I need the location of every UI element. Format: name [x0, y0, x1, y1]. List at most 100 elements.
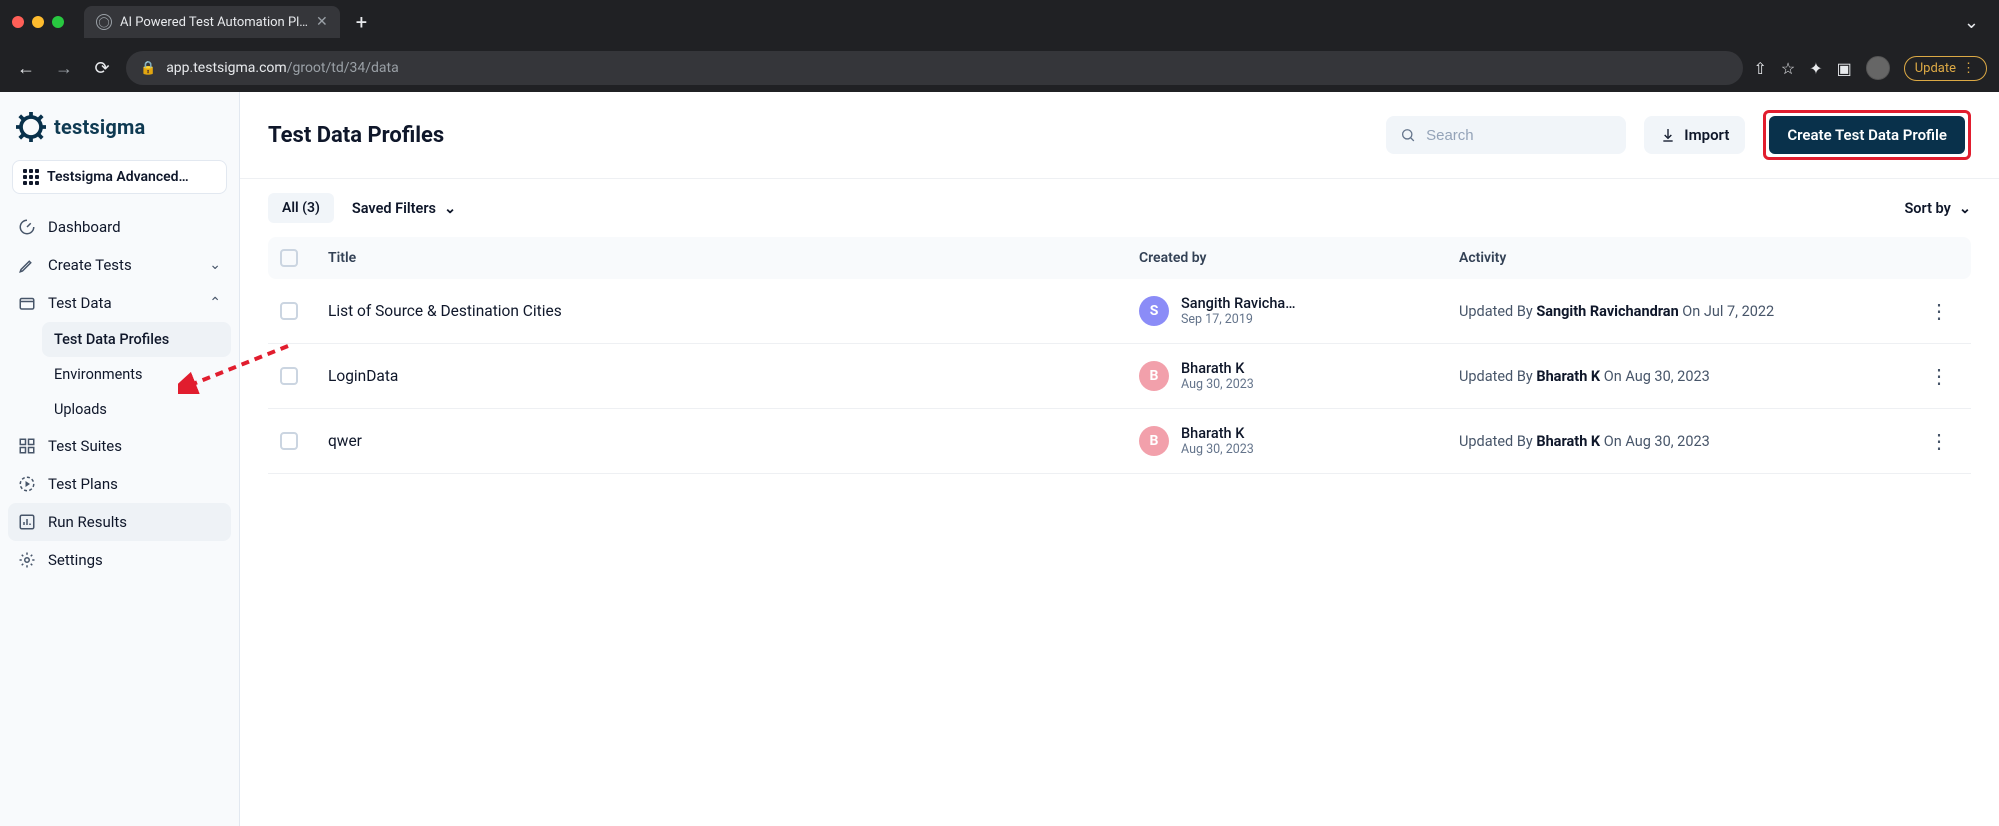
- sidebar-item-label: Test Data: [48, 294, 112, 312]
- sidebar-item-label: Dashboard: [48, 218, 121, 236]
- url-path: /groot/td/34/data: [287, 60, 399, 76]
- sidebar-item-test-data-profiles[interactable]: Test Data Profiles: [42, 322, 231, 357]
- update-label: Update: [1915, 61, 1956, 76]
- sidebar-submenu-test-data: Test Data Profiles Environments Uploads: [8, 322, 231, 427]
- sidepanel-icon[interactable]: ▣: [1837, 59, 1852, 78]
- url-field[interactable]: 🔒 app.testsigma.com/groot/td/34/data: [126, 51, 1743, 85]
- reload-button[interactable]: ⟳: [88, 54, 116, 82]
- saved-filters-label: Saved Filters: [352, 200, 436, 217]
- lock-icon: 🔒: [140, 61, 156, 76]
- page-header: Test Data Profiles Import Create Test Da…: [240, 92, 1999, 179]
- browser-tab[interactable]: ◯ AI Powered Test Automation Pl… ✕: [84, 6, 340, 38]
- import-button[interactable]: Import: [1644, 116, 1745, 154]
- select-all-checkbox[interactable]: [280, 249, 298, 267]
- bar-chart-icon: [18, 513, 36, 531]
- back-button[interactable]: ←: [12, 54, 40, 82]
- folder-icon: [18, 294, 36, 312]
- project-switcher[interactable]: Testsigma Advanced…: [12, 160, 227, 194]
- extensions-icon[interactable]: ✦: [1809, 59, 1822, 78]
- row-title: List of Source & Destination Cities: [328, 302, 1139, 320]
- row-checkbox[interactable]: [280, 302, 298, 320]
- row-title: qwer: [328, 432, 1139, 450]
- bookmark-icon[interactable]: ☆: [1781, 59, 1795, 78]
- sidebar: testsigma Testsigma Advanced… Dashboard …: [0, 92, 240, 826]
- import-label: Import: [1684, 126, 1729, 144]
- forward-button[interactable]: →: [50, 54, 78, 82]
- sidebar-item-create-tests[interactable]: Create Tests ⌄: [8, 246, 231, 284]
- avatar: B: [1139, 426, 1169, 456]
- gauge-icon: [18, 218, 36, 236]
- sidebar-item-label: Run Results: [48, 513, 127, 531]
- creator-name: Sangith Ravicha…: [1181, 295, 1296, 312]
- app: testsigma Testsigma Advanced… Dashboard …: [0, 92, 1999, 826]
- sidebar-item-environments[interactable]: Environments: [42, 357, 231, 392]
- sidebar-item-dashboard[interactable]: Dashboard: [8, 208, 231, 246]
- download-icon: [1660, 127, 1676, 143]
- row-title: LoginData: [328, 367, 1139, 385]
- row-activity: Updated By Bharath K On Aug 30, 2023: [1459, 433, 1919, 450]
- saved-filters-button[interactable]: Saved Filters ⌄: [352, 200, 456, 217]
- browser-chrome: ◯ AI Powered Test Automation Pl… ✕ + ⌄ ←…: [0, 0, 1999, 92]
- sidebar-item-test-suites[interactable]: Test Suites: [8, 427, 231, 465]
- annotation-highlight: Create Test Data Profile: [1763, 110, 1971, 160]
- row-menu-button[interactable]: ⋮: [1919, 299, 1959, 323]
- globe-icon: ◯: [96, 14, 112, 30]
- chevron-up-icon: ⌃: [209, 295, 221, 311]
- logo[interactable]: testsigma: [8, 106, 231, 160]
- sidebar-item-label: Settings: [48, 551, 103, 569]
- row-creator: B Bharath K Aug 30, 2023: [1139, 425, 1459, 457]
- search-input[interactable]: [1426, 127, 1612, 144]
- row-activity: Updated By Bharath K On Aug 30, 2023: [1459, 368, 1919, 385]
- table-row[interactable]: List of Source & Destination Cities S Sa…: [268, 279, 1971, 344]
- sidebar-item-test-data[interactable]: Test Data ⌃: [8, 284, 231, 322]
- filter-chip-all[interactable]: All (3): [268, 193, 334, 223]
- sidebar-item-uploads[interactable]: Uploads: [42, 392, 231, 427]
- search-icon: [1400, 126, 1416, 144]
- more-icon[interactable]: ⋮: [1962, 61, 1976, 76]
- close-icon[interactable]: ✕: [316, 14, 328, 30]
- gear-icon: [18, 551, 36, 569]
- sidebar-item-label: Test Suites: [48, 437, 122, 455]
- row-menu-button[interactable]: ⋮: [1919, 364, 1959, 388]
- window-maximize[interactable]: [52, 16, 64, 28]
- grid-icon: [23, 169, 39, 185]
- created-date: Sep 17, 2019: [1181, 312, 1296, 327]
- row-menu-button[interactable]: ⋮: [1919, 429, 1959, 453]
- table-row[interactable]: LoginData B Bharath K Aug 30, 2023 Updat…: [268, 344, 1971, 409]
- share-icon[interactable]: ⇧: [1753, 59, 1766, 78]
- url-host: app.testsigma.com: [166, 60, 287, 76]
- search-box[interactable]: [1386, 116, 1626, 154]
- window-close[interactable]: [12, 16, 24, 28]
- squares-icon: [18, 437, 36, 455]
- avatar: S: [1139, 296, 1169, 326]
- column-title: Title: [328, 250, 1139, 266]
- data-table: Title Created by Activity List of Source…: [240, 237, 1999, 502]
- row-checkbox[interactable]: [280, 367, 298, 385]
- chevron-down-icon: ⌄: [444, 200, 456, 217]
- creator-name: Bharath K: [1181, 360, 1254, 377]
- tabs-overflow-button[interactable]: ⌄: [1964, 12, 1987, 33]
- sidebar-item-label: Test Plans: [48, 475, 118, 493]
- sort-by-label: Sort by: [1904, 200, 1950, 217]
- creator-name: Bharath K: [1181, 425, 1254, 442]
- sidebar-item-settings[interactable]: Settings: [8, 541, 231, 579]
- chevron-down-icon: ⌄: [209, 257, 221, 273]
- target-icon: [18, 475, 36, 493]
- row-checkbox[interactable]: [280, 432, 298, 450]
- table-row[interactable]: qwer B Bharath K Aug 30, 2023 Updated By…: [268, 409, 1971, 474]
- window-minimize[interactable]: [32, 16, 44, 28]
- sidebar-item-test-plans[interactable]: Test Plans: [8, 465, 231, 503]
- created-date: Aug 30, 2023: [1181, 377, 1254, 392]
- sidebar-item-run-results[interactable]: Run Results: [8, 503, 231, 541]
- avatar: B: [1139, 361, 1169, 391]
- chevron-down-icon: ⌄: [1959, 200, 1971, 217]
- column-activity: Activity: [1459, 250, 1919, 266]
- sort-by-button[interactable]: Sort by ⌄: [1904, 200, 1971, 217]
- row-activity: Updated By Sangith Ravichandran On Jul 7…: [1459, 303, 1919, 320]
- pencil-icon: [18, 256, 36, 274]
- update-button[interactable]: Update ⋮: [1904, 56, 1987, 81]
- profile-avatar[interactable]: [1866, 56, 1890, 80]
- create-test-data-profile-button[interactable]: Create Test Data Profile: [1769, 116, 1965, 154]
- row-creator: B Bharath K Aug 30, 2023: [1139, 360, 1459, 392]
- new-tab-button[interactable]: +: [348, 10, 375, 34]
